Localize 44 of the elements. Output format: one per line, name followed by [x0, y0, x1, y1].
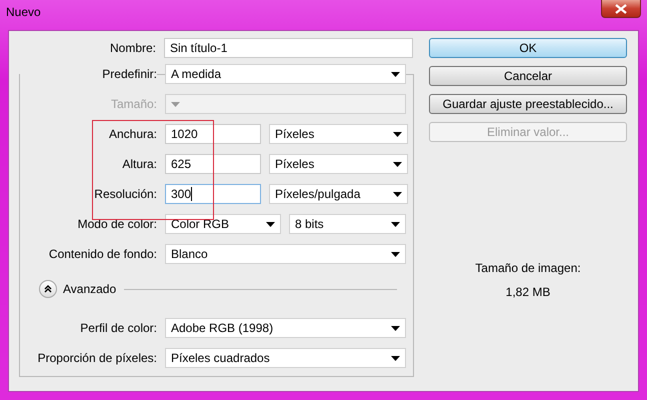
- close-icon: [615, 4, 627, 14]
- caret-icon: [393, 162, 402, 166]
- number-field[interactable]: 625: [165, 154, 261, 174]
- dialog-button[interactable]: Guardar ajuste preestablecido...: [429, 94, 627, 114]
- name-field[interactable]: Sin título-1: [164, 38, 413, 58]
- unit-dropdown[interactable]: Píxeles: [269, 154, 408, 174]
- caret-icon: [266, 222, 275, 226]
- field-label: Resolución:: [93, 187, 157, 201]
- field-label: Nombre:: [108, 41, 156, 55]
- dropdown[interactable]: Adobe RGB (1998): [165, 318, 406, 338]
- caret-icon: [393, 192, 402, 196]
- field-label: Tamaño:: [110, 97, 157, 111]
- image-size-value: 1,82 MB: [506, 285, 550, 299]
- field-label: Contenido de fondo:: [48, 247, 157, 261]
- field-label: Anchura:: [108, 127, 157, 141]
- collapse-toggle[interactable]: [39, 280, 57, 298]
- unit-dropdown[interactable]: Píxeles: [269, 124, 408, 144]
- field-label: Perfil de color:: [79, 321, 157, 335]
- field-label: Proporción de píxeles:: [36, 351, 157, 365]
- close-button[interactable]: [601, 0, 641, 18]
- color-mode-dropdown[interactable]: Color RGB: [165, 214, 281, 234]
- image-size-label: Tamaño de imagen:: [475, 261, 581, 275]
- caret-icon: [391, 222, 400, 226]
- caret-icon: [391, 72, 400, 76]
- window-title: Nuevo: [6, 5, 41, 19]
- caret-icon: [391, 252, 400, 256]
- section-label: Avanzado: [63, 282, 116, 296]
- caret-icon: [171, 102, 180, 106]
- dropdown[interactable]: Blanco: [165, 244, 406, 264]
- chevron-icon: [43, 284, 53, 294]
- number-field[interactable]: 300: [165, 184, 261, 204]
- caret-icon: [391, 326, 400, 330]
- unit-dropdown[interactable]: Píxeles/pulgada: [269, 184, 408, 204]
- field-label: Predefinir:: [20, 67, 157, 81]
- dialog-button[interactable]: OK: [429, 38, 627, 58]
- dropdown[interactable]: Píxeles cuadrados: [165, 348, 406, 368]
- bit-depth-dropdown[interactable]: 8 bits: [289, 214, 406, 234]
- number-field[interactable]: 1020: [165, 124, 261, 144]
- field-label: Altura:: [121, 157, 157, 171]
- dialog-button[interactable]: Cancelar: [429, 66, 627, 86]
- caret-icon: [393, 132, 402, 136]
- caret-icon: [391, 356, 400, 360]
- field-label: Modo de color:: [76, 217, 157, 231]
- dropdown[interactable]: A medida: [165, 64, 406, 84]
